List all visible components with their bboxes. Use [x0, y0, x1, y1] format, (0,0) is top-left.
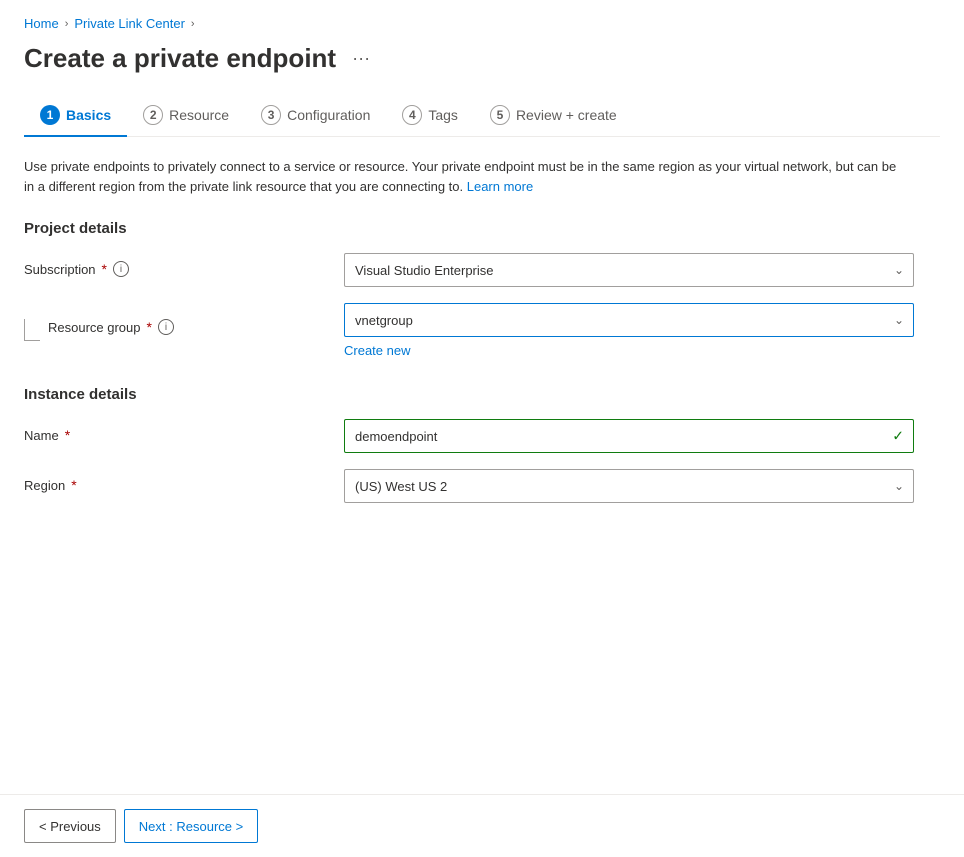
tab-review-create[interactable]: 5 Review + create: [474, 95, 633, 137]
subscription-label-col: Subscription * i: [24, 253, 344, 277]
page-title: Create a private endpoint: [24, 43, 336, 74]
region-row: Region * (US) West US 2 ⌄: [24, 469, 924, 503]
region-select-wrapper: (US) West US 2 ⌄: [344, 469, 914, 503]
rg-info-icon[interactable]: i: [158, 319, 174, 335]
breadcrumb-sep-2: ›: [191, 18, 195, 30]
tab-review-create-number: 5: [490, 105, 510, 125]
previous-button[interactable]: < Previous: [24, 809, 116, 843]
region-select[interactable]: (US) West US 2: [344, 469, 914, 503]
tab-basics-number: 1: [40, 105, 60, 125]
subscription-select-wrapper: Visual Studio Enterprise ⌄: [344, 253, 914, 287]
region-required: *: [71, 477, 76, 493]
tab-basics-label: Basics: [66, 107, 111, 123]
info-banner-text: Use private endpoints to privately conne…: [24, 159, 896, 194]
name-check-icon: ✓: [892, 428, 904, 445]
tab-configuration[interactable]: 3 Configuration: [245, 95, 386, 137]
breadcrumb-home[interactable]: Home: [24, 16, 59, 31]
project-details-section: Project details Subscription * i Visual …: [24, 220, 940, 358]
tab-tags[interactable]: 4 Tags: [386, 95, 474, 137]
instance-details-section: Instance details Name * ✓ Region *: [24, 386, 940, 503]
tab-tags-number: 4: [402, 105, 422, 125]
breadcrumb-private-link[interactable]: Private Link Center: [74, 16, 185, 31]
create-new-link[interactable]: Create new: [344, 343, 410, 358]
tab-resource-label: Resource: [169, 107, 229, 123]
tab-configuration-label: Configuration: [287, 107, 370, 123]
tab-tags-label: Tags: [428, 107, 458, 123]
region-label-col: Region *: [24, 469, 344, 493]
subscription-control: Visual Studio Enterprise ⌄: [344, 253, 914, 287]
subscription-label: Subscription: [24, 262, 96, 277]
breadcrumb: Home › Private Link Center ›: [24, 16, 940, 31]
tab-resource[interactable]: 2 Resource: [127, 95, 245, 137]
next-button[interactable]: Next : Resource >: [124, 809, 258, 843]
tab-configuration-number: 3: [261, 105, 281, 125]
instance-details-title: Instance details: [24, 386, 940, 403]
learn-more-link[interactable]: Learn more: [467, 179, 533, 194]
name-row: Name * ✓: [24, 419, 924, 453]
subscription-info-icon[interactable]: i: [113, 261, 129, 277]
name-label-col: Name *: [24, 419, 344, 443]
name-input[interactable]: [344, 419, 914, 453]
rg-connector-line: [24, 319, 40, 341]
name-label: Name: [24, 428, 59, 443]
name-required: *: [65, 427, 70, 443]
region-label: Region: [24, 478, 65, 493]
tabs-container: 1 Basics 2 Resource 3 Configuration 4 Ta…: [24, 94, 940, 137]
tab-basics[interactable]: 1 Basics: [24, 95, 127, 137]
rg-select[interactable]: vnetgroup: [344, 303, 914, 337]
subscription-required: *: [102, 261, 107, 277]
name-input-wrapper: ✓: [344, 419, 914, 453]
footer: < Previous Next : Resource >: [0, 794, 964, 857]
breadcrumb-sep-1: ›: [65, 18, 69, 30]
tab-resource-number: 2: [143, 105, 163, 125]
page-header: Create a private endpoint ···: [24, 43, 940, 74]
info-banner: Use private endpoints to privately conne…: [24, 157, 904, 196]
ellipsis-button[interactable]: ···: [346, 46, 376, 71]
rg-select-wrapper: vnetgroup ⌄: [344, 303, 914, 337]
region-control: (US) West US 2 ⌄: [344, 469, 914, 503]
rg-required: *: [147, 319, 152, 335]
name-control: ✓: [344, 419, 914, 453]
rg-control: vnetgroup ⌄ Create new: [344, 303, 914, 358]
subscription-row: Subscription * i Visual Studio Enterpris…: [24, 253, 924, 287]
rg-label-col: Resource group * i: [24, 303, 344, 341]
resource-group-row: Resource group * i vnetgroup ⌄ Create ne…: [24, 303, 924, 358]
subscription-select[interactable]: Visual Studio Enterprise: [344, 253, 914, 287]
tab-review-create-label: Review + create: [516, 107, 617, 123]
rg-label: Resource group: [48, 320, 141, 335]
project-details-title: Project details: [24, 220, 940, 237]
